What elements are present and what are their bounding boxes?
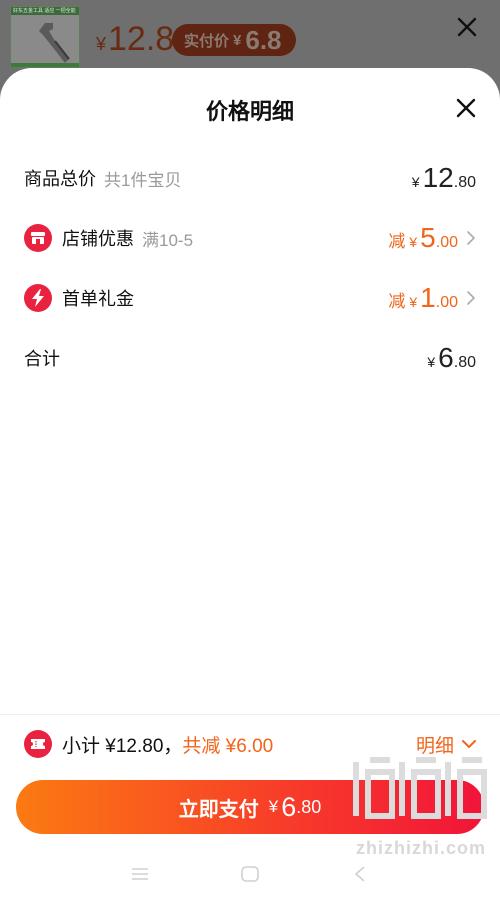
- close-icon[interactable]: [456, 98, 476, 118]
- home-icon[interactable]: [240, 865, 260, 883]
- divider: [0, 714, 500, 715]
- row-first-order-gift[interactable]: 首单礼金 减 ¥ 1 .00: [24, 278, 476, 318]
- chevron-right-icon: [467, 291, 476, 305]
- amount-shop-discount: 减 ¥ 5 .00: [388, 222, 476, 254]
- subtotal-text: 小计 ¥12.80，: [62, 735, 183, 757]
- row-sub: 满10-5: [142, 230, 194, 250]
- watermark-text: zhizhizhi.com: [356, 838, 486, 858]
- row-sum: 合计 ¥ 6 .80: [24, 338, 476, 378]
- background-pay-badge: 实付价 ¥ 6.8: [172, 24, 296, 56]
- amount-sum: ¥ 6 .80: [427, 342, 476, 373]
- row-label: 商品总价: [24, 169, 96, 189]
- row-sub: 共1件宝贝: [104, 170, 182, 190]
- row-label: 合计: [24, 349, 60, 369]
- menu-icon[interactable]: [130, 866, 150, 882]
- lightning-icon: [24, 284, 52, 312]
- saved-text: 共减 ¥6.00: [182, 735, 274, 757]
- amount-total: ¥ 12 .80: [411, 162, 476, 193]
- pay-button-label: 立即支付: [178, 798, 259, 821]
- thumbnail-banner: 好东五金工具 适应 一把全能: [11, 7, 79, 15]
- shop-icon: [24, 224, 52, 252]
- background-close-icon: [457, 17, 477, 37]
- wrench-icon: [39, 23, 70, 63]
- row-shop-discount[interactable]: 店铺优惠 满10-5 减 ¥ 5 .00: [24, 218, 476, 258]
- back-icon[interactable]: [350, 865, 370, 883]
- sheet-title: 价格明细: [205, 99, 294, 124]
- chevron-right-icon: [467, 231, 476, 245]
- product-thumbnail: 好东五金工具 适应 一把全能: [10, 6, 80, 68]
- thumbnail-footer: [11, 63, 79, 67]
- ticket-icon: [24, 730, 52, 758]
- row-label: 店铺优惠: [62, 229, 134, 249]
- background-price: ¥ 12.8: [96, 20, 175, 58]
- amount-first-order: 减 ¥ 1 .00: [388, 282, 476, 314]
- watermark-logo: [353, 757, 487, 819]
- row-label: 首单礼金: [62, 289, 134, 309]
- row-item-total: 商品总价 共1件宝贝 ¥ 12 .80: [24, 158, 476, 198]
- chevron-down-icon: [462, 739, 476, 748]
